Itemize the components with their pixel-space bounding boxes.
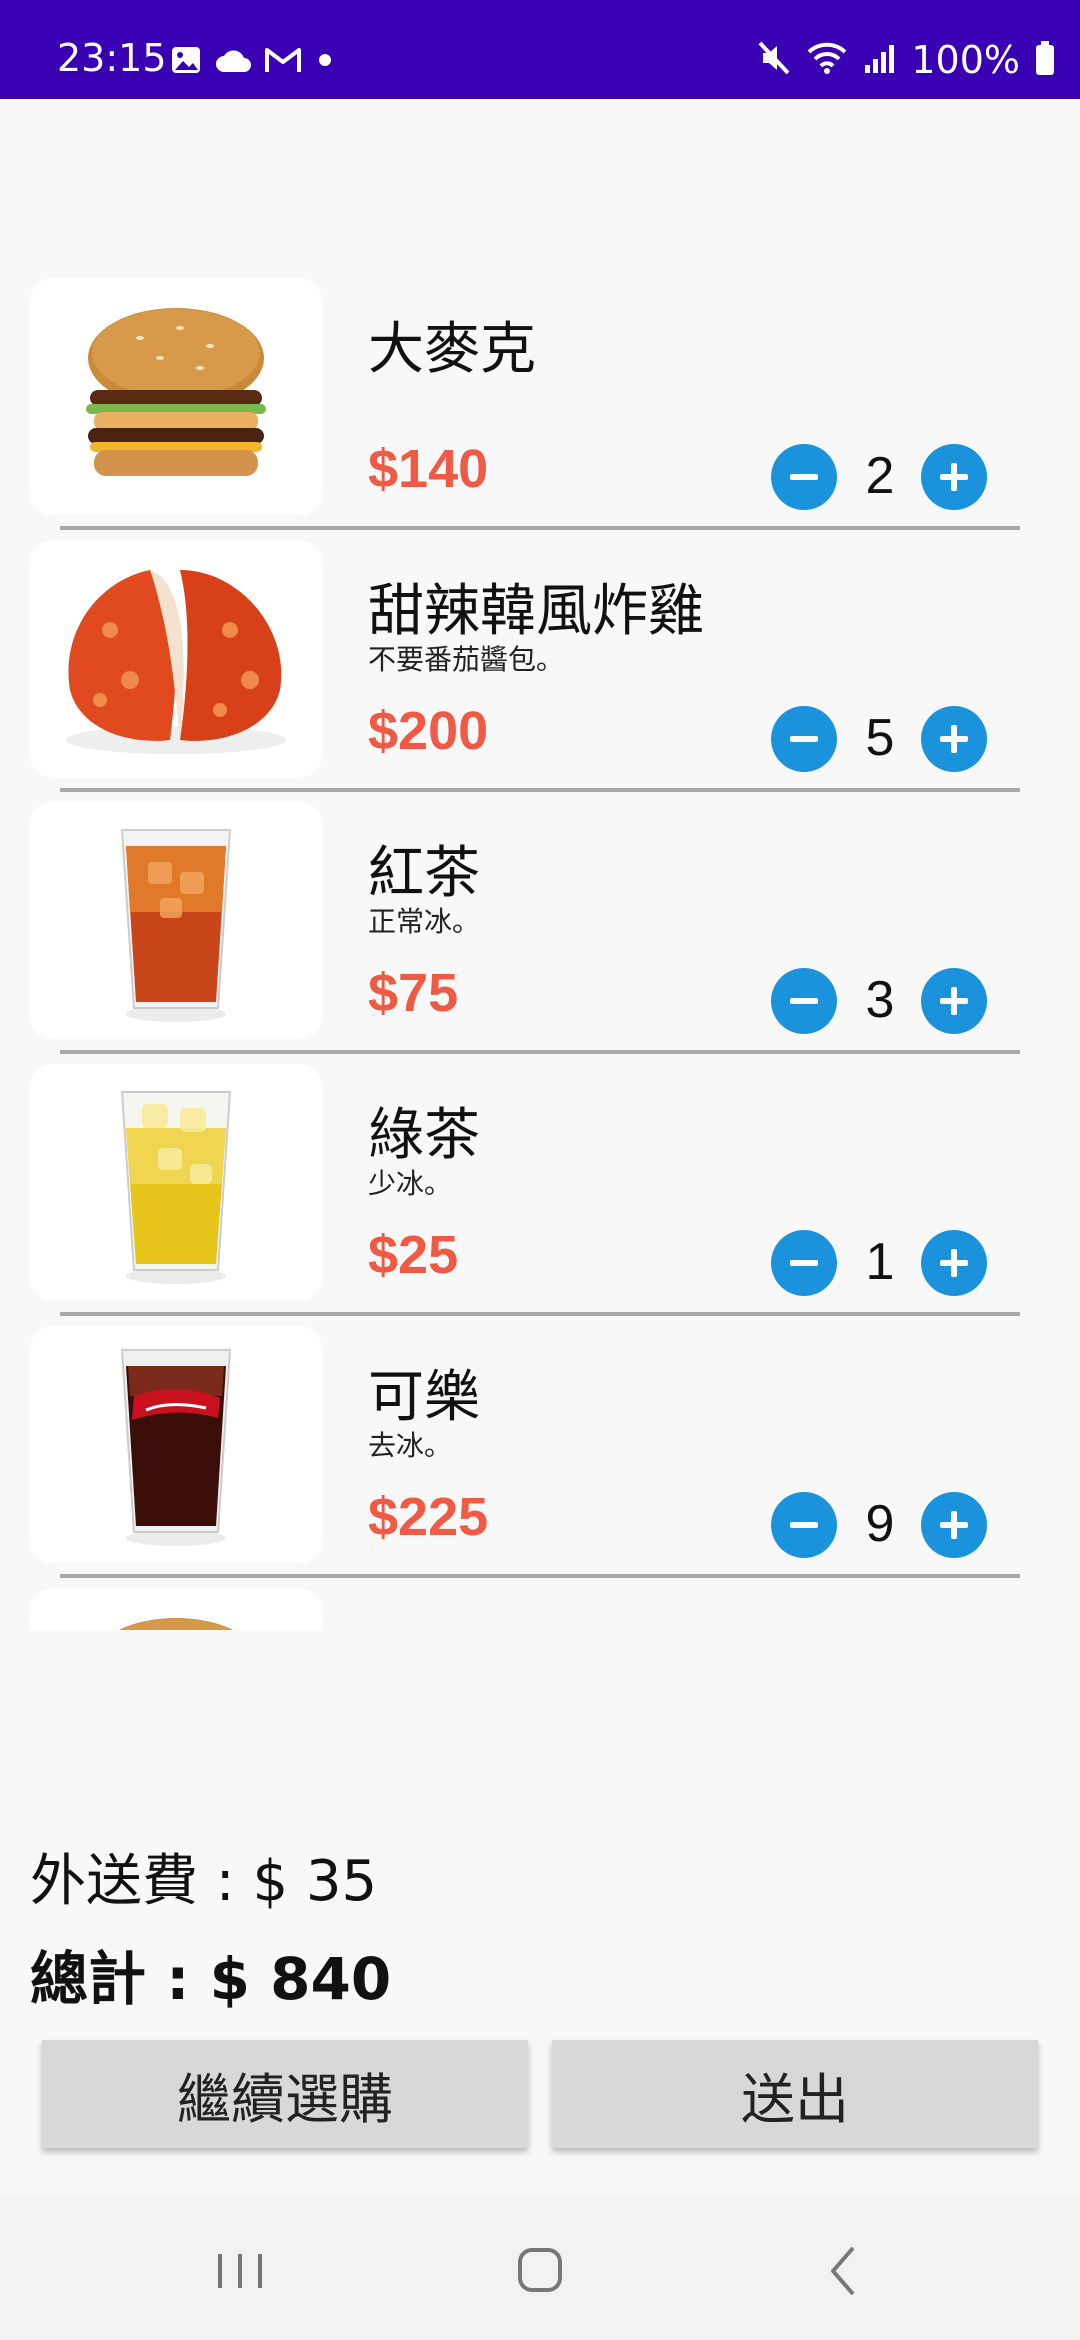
decrease-qty-button[interactable] [771,1492,837,1558]
minus-icon [790,998,818,1004]
qty-value: 2 [865,447,895,505]
decrease-qty-button[interactable] [771,968,837,1034]
qty-value: 1 [865,1233,895,1291]
delivery-fee: 外送費 : $ 35 [30,1849,378,1914]
item-price: $140 [368,439,489,499]
black-tea-image [30,802,322,1039]
item-name: 綠茶 [368,1103,480,1168]
item-price: $200 [368,701,489,761]
mute-icon [757,40,791,80]
divider [60,1312,1020,1316]
plus-icon [940,1249,968,1277]
submit-order-button[interactable]: 送出 [552,2040,1038,2148]
recent-apps-button[interactable] [200,2236,280,2306]
item-name: 大麥克 [368,317,536,382]
signal-icon [863,41,897,79]
cloud-icon [214,46,252,78]
battery-percent: 100% [911,38,1020,82]
home-icon [518,2248,562,2292]
divider [60,526,1020,530]
recents-icon [218,2254,262,2288]
green-tea-image [30,1064,322,1301]
qty-value: 5 [865,709,895,767]
dot-icon [314,49,336,75]
plus-icon [940,987,968,1015]
continue-shopping-button[interactable]: 繼續選購 [42,2040,528,2148]
increase-qty-button[interactable] [921,968,987,1034]
cart-item: 可樂 去冰。 $225 9 [0,1318,1080,1578]
status-bar: 23:15 100% [0,0,1080,99]
cart-item: 紅茶 正常冰。 $75 3 [0,794,1080,1054]
qty-value: 3 [865,971,895,1029]
item-note: 少冰。 [368,1167,453,1200]
order-total: 總計 : $ 840 [30,1945,392,2013]
status-time: 23:15 [57,36,167,80]
burger-image [30,1588,322,1630]
system-icons: 100% [757,38,1056,82]
item-name: 大麥克 [368,1614,536,1630]
minus-icon [790,1260,818,1266]
home-button[interactable] [500,2236,580,2306]
decrease-qty-button[interactable] [771,706,837,772]
system-nav-bar [0,2196,1080,2340]
back-icon [831,2246,855,2296]
item-price: $225 [368,1487,489,1547]
back-button[interactable] [805,2236,885,2306]
item-name: 可樂 [368,1365,480,1430]
increase-qty-button[interactable] [921,706,987,772]
item-note: 去冰。 [368,1429,453,1462]
item-name: 紅茶 [368,841,480,906]
plus-icon [940,725,968,753]
minus-icon [790,1522,818,1528]
cart-list[interactable]: 大麥克 $140 2 甜辣韓風炸雞 不要番茄醬包。 $200 5 紅茶 正常冰。… [0,270,1080,1630]
divider [60,788,1020,792]
cart-item: 大麥克 [0,1580,1080,1630]
item-note: 正常冰。 [368,905,481,938]
increase-qty-button[interactable] [921,1230,987,1296]
plus-icon [940,1511,968,1539]
cart-item: 大麥克 $140 2 [0,270,1080,530]
item-price: $75 [368,963,459,1023]
plus-icon [940,463,968,491]
item-name: 甜辣韓風炸雞 [368,579,704,644]
cart-item: 綠茶 少冰。 $25 1 [0,1056,1080,1316]
fried-chicken-image [30,540,322,777]
minus-icon [790,474,818,480]
qty-value: 9 [865,1495,895,1553]
battery-icon [1034,40,1056,80]
cart-item: 甜辣韓風炸雞 不要番茄醬包。 $200 5 [0,532,1080,792]
gmail-icon [264,45,302,79]
cola-image [30,1326,322,1563]
divider [60,1050,1020,1054]
decrease-qty-button[interactable] [771,444,837,510]
item-price: $25 [368,1225,459,1285]
image-icon [170,44,202,80]
wifi-icon [805,40,849,80]
burger-image [30,278,322,515]
decrease-qty-button[interactable] [771,1230,837,1296]
increase-qty-button[interactable] [921,444,987,510]
divider [60,1574,1020,1578]
minus-icon [790,736,818,742]
increase-qty-button[interactable] [921,1492,987,1558]
notification-icons [170,44,336,80]
item-note: 不要番茄醬包。 [368,643,565,676]
